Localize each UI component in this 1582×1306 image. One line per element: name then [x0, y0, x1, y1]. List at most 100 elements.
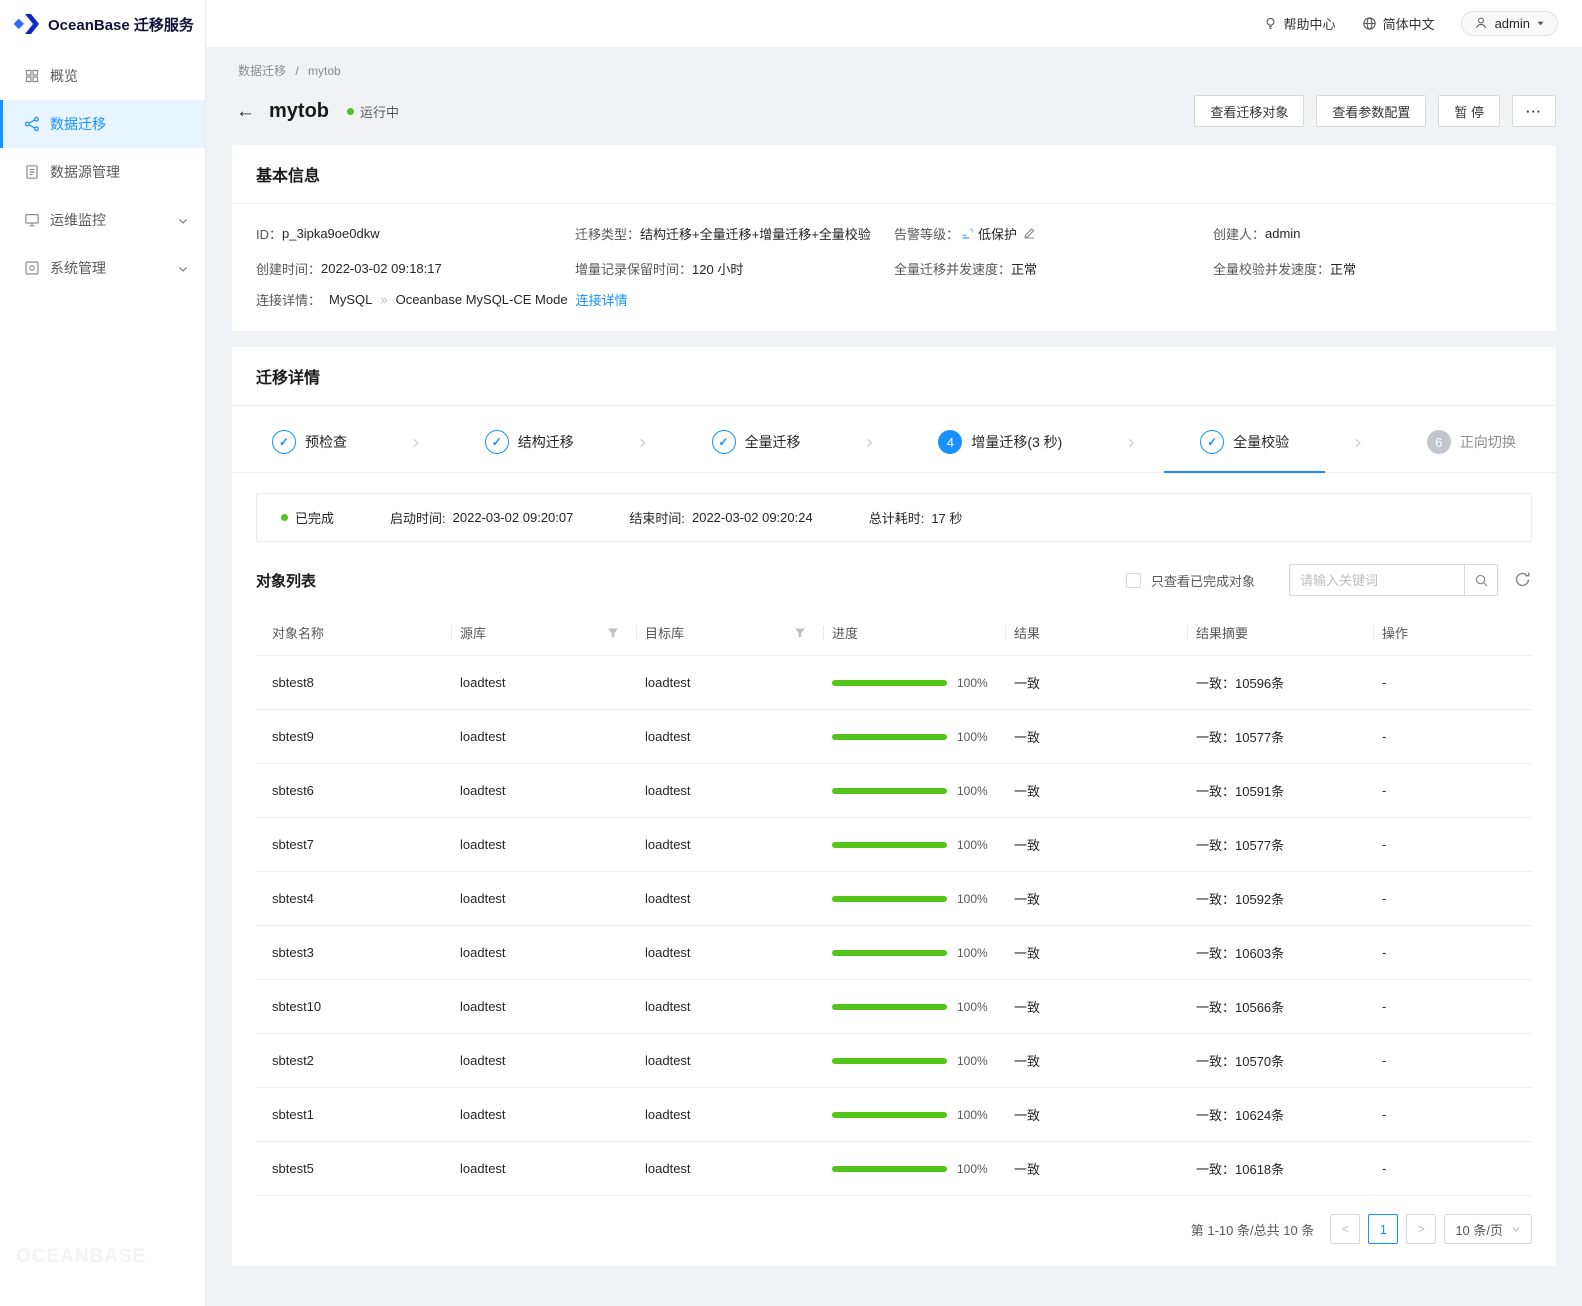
migration-steps: ✓ 预检查 › ✓ 结构迁移 › ✓ 全量迁移 › 4 增量迁移(3 秒) › …	[232, 406, 1556, 473]
step-forward-switch[interactable]: 6 正向切换	[1426, 430, 1516, 454]
start-time: 启动时间: 2022-03-02 09:20:07	[390, 510, 574, 526]
cell-summary: 一致：10624条	[1188, 1087, 1374, 1142]
step-number-badge: 6	[1426, 430, 1451, 454]
cell-source: loadtest	[452, 655, 637, 710]
field-migration-type: 迁移类型： 结构迁移+全量迁移+增量迁移+全量校验	[575, 227, 871, 242]
pause-button[interactable]: 暂 停	[1438, 95, 1500, 127]
migration-details-title: 迁移详情	[232, 347, 1556, 406]
help-center-button[interactable]: 帮助中心	[1263, 14, 1336, 33]
breadcrumb-current: mytob	[308, 64, 341, 78]
table-row: sbtest9 loadtest loadtest 100% 一致 一致：105…	[256, 709, 1532, 764]
task-status-label: 运行中	[360, 104, 400, 120]
table-row: sbtest6 loadtest loadtest 100% 一致 一致：105…	[256, 763, 1532, 818]
cell-operation: -	[1374, 763, 1532, 818]
field-full-verify-speed: 全量校验并发速度： 正常	[1213, 262, 1357, 277]
filter-funnel-icon[interactable]	[794, 627, 806, 639]
topbar: 帮助中心 简体中文 admin	[206, 0, 1582, 48]
filter-funnel-icon[interactable]	[607, 627, 619, 639]
cell-summary: 一致：10577条	[1188, 817, 1374, 872]
cell-target: loadtest	[637, 1141, 824, 1196]
user-menu-button[interactable]: admin	[1460, 11, 1558, 36]
pagination-next-button[interactable]: >	[1406, 1214, 1437, 1244]
chevron-down-icon	[177, 262, 189, 274]
progress-bar	[832, 895, 947, 902]
cell-object-name: sbtest1	[256, 1087, 452, 1142]
connection-details-link[interactable]: 连接详情	[576, 290, 628, 309]
refresh-icon[interactable]	[1514, 571, 1532, 589]
col-target-db: 目标库	[637, 610, 824, 656]
cell-object-name: sbtest9	[256, 709, 452, 764]
step-state: 已完成	[281, 508, 334, 527]
sidebar-item-datasource[interactable]: 数据源管理	[0, 148, 205, 196]
search-button[interactable]	[1464, 564, 1498, 596]
field-id: ID： p_3ipka9oe0dkw	[256, 226, 380, 242]
cell-object-name: sbtest10	[256, 979, 452, 1034]
cell-summary: 一致：10570条	[1188, 1033, 1374, 1088]
cell-source: loadtest	[452, 1141, 637, 1196]
view-migration-objects-button[interactable]: 查看迁移对象	[1194, 95, 1305, 127]
cell-target: loadtest	[637, 1033, 824, 1088]
cell-target: loadtest	[637, 1087, 824, 1142]
back-arrow-icon[interactable]: ←	[236, 102, 255, 121]
step-schema-migration[interactable]: ✓ 结构迁移	[484, 430, 574, 454]
cell-result: 一致	[1006, 655, 1188, 710]
sidebar-item-overview[interactable]: 概览	[0, 52, 205, 100]
cell-target: loadtest	[637, 871, 824, 926]
search-box	[1289, 564, 1498, 596]
pagination-prev-button[interactable]: <	[1330, 1214, 1361, 1244]
pagination-page-1-button[interactable]: 1	[1368, 1214, 1399, 1244]
cell-source: loadtest	[452, 871, 637, 926]
step-precheck[interactable]: ✓ 预检查	[272, 430, 347, 454]
grid-icon	[24, 68, 40, 84]
breadcrumb: 数据迁移 / mytob	[232, 62, 1556, 79]
help-center-label: 帮助中心	[1283, 17, 1336, 32]
language-switch-button[interactable]: 简体中文	[1362, 14, 1435, 33]
progress-bar	[832, 1165, 947, 1172]
cell-operation: -	[1374, 1141, 1532, 1196]
field-full-migration-speed: 全量迁移并发速度： 正常	[894, 262, 1038, 277]
search-input[interactable]	[1289, 564, 1464, 596]
check-circle-icon: ✓	[711, 430, 736, 454]
step-status-box: 已完成 启动时间: 2022-03-02 09:20:07 结束时间: 2022…	[256, 493, 1532, 542]
page-size-select[interactable]: 10 条/页	[1444, 1214, 1532, 1244]
breadcrumb-root[interactable]: 数据迁移	[238, 64, 286, 78]
cell-summary: 一致：10603条	[1188, 925, 1374, 980]
cell-source: loadtest	[452, 817, 637, 872]
cell-summary: 一致：10577条	[1188, 709, 1374, 764]
cell-source: loadtest	[452, 709, 637, 764]
sidebar-item-system-mgmt[interactable]: 系统管理	[0, 244, 205, 292]
step-full-verification[interactable]: ✓ 全量校验	[1164, 430, 1326, 473]
cell-object-name: sbtest4	[256, 871, 452, 926]
chevron-right-icon: ›	[865, 430, 874, 454]
view-parameter-config-button[interactable]: 查看参数配置	[1316, 95, 1427, 127]
globe-icon	[1362, 16, 1377, 31]
field-creator: 创建人： admin	[1213, 226, 1301, 242]
cell-result: 一致	[1006, 925, 1188, 980]
cell-summary: 一致：10566条	[1188, 979, 1374, 1034]
more-actions-button[interactable]: ···	[1512, 95, 1556, 127]
cell-progress: 100%	[824, 1033, 1006, 1088]
basic-info-title: 基本信息	[232, 145, 1556, 204]
step-full-migration[interactable]: ✓ 全量迁移	[711, 430, 801, 454]
cell-result: 一致	[1006, 709, 1188, 764]
col-progress: 进度	[824, 610, 1006, 656]
sidebar-item-ops-monitor[interactable]: 运维监控	[0, 196, 205, 244]
table-row: sbtest3 loadtest loadtest 100% 一致 一致：106…	[256, 925, 1532, 980]
pagination-total: 第 1-10 条/总共 10 条	[1190, 1222, 1315, 1238]
progress-bar	[832, 949, 947, 956]
completed-only-checkbox[interactable]	[1125, 572, 1141, 588]
settings-icon	[24, 260, 40, 276]
edit-icon[interactable]	[1023, 227, 1036, 240]
step-incremental-migration[interactable]: 4 增量迁移(3 秒)	[938, 430, 1062, 454]
step-number-badge: 4	[938, 430, 963, 454]
alert-level-icon	[961, 227, 974, 240]
cell-source: loadtest	[452, 925, 637, 980]
language-label: 简体中文	[1382, 17, 1435, 32]
total-duration: 总计耗时: 17 秒	[868, 511, 963, 526]
chevron-right-icon: ›	[1127, 430, 1136, 454]
completed-only-label[interactable]: 只查看已完成对象	[1151, 571, 1255, 590]
cell-summary: 一致：10596条	[1188, 655, 1374, 710]
status-dot-icon	[347, 107, 354, 115]
sidebar-item-data-migration[interactable]: 数据迁移	[0, 100, 205, 148]
sidebar-menu: 概览 数据迁移 数据源管理 运维监控 系统管理	[0, 48, 205, 292]
